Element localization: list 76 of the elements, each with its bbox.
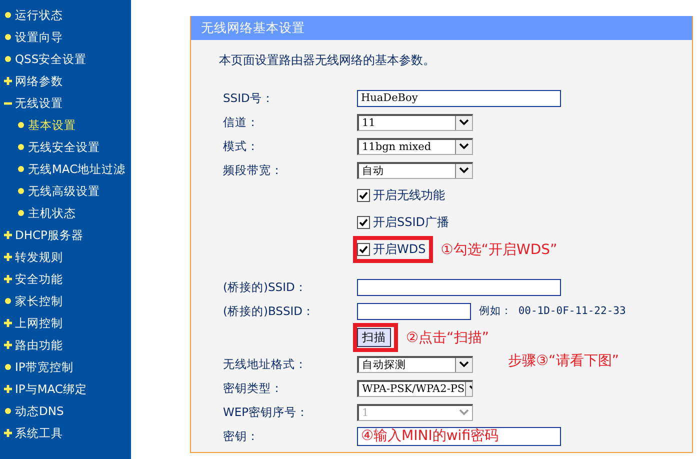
sidebar-item[interactable]: 网络参数 — [0, 70, 131, 92]
dropdown[interactable]: 11 — [357, 114, 473, 130]
field-label: SSID号： — [223, 90, 275, 106]
sidebar-item[interactable]: 无线安全设置 — [0, 136, 131, 158]
bullet-icon — [5, 408, 11, 414]
sidebar-item[interactable]: 无线高级设置 — [0, 180, 131, 202]
sidebar-item[interactable]: 动态DNS — [0, 400, 131, 422]
text-field[interactable] — [357, 278, 561, 296]
field-label: 密钥： — [223, 428, 260, 444]
sidebar-item[interactable]: 路由功能 — [0, 334, 131, 356]
sidebar-item[interactable]: QSS安全设置 — [0, 48, 131, 70]
sidebar-item[interactable]: 主机状态 — [0, 202, 131, 224]
sidebar-item[interactable]: 转发规则 — [0, 246, 131, 268]
check-icon — [359, 218, 368, 227]
bullet-icon — [18, 188, 24, 194]
field-label: (桥接的)BSSID： — [223, 304, 316, 318]
scan-button[interactable]: 扫描 — [357, 328, 391, 347]
field-label: 频段带宽： — [223, 162, 284, 178]
text-field[interactable] — [357, 302, 471, 320]
checkbox[interactable]: 开启无线功能 — [357, 187, 445, 204]
annotation-text: 步骤③“请看下图” — [508, 352, 620, 370]
description-text: 本页面设置路由器无线网络的基本参数。 — [219, 53, 435, 67]
chevron-icon — [455, 116, 472, 130]
check-icon — [359, 245, 368, 254]
annotation-text: ①勾选“开启WDS” — [440, 240, 558, 258]
field-label: 模式： — [223, 138, 260, 154]
field-label: WEP密钥序号： — [223, 404, 310, 420]
plus-icon — [4, 319, 12, 327]
field-label: 无线地址格式： — [223, 356, 308, 372]
plus-icon — [4, 385, 12, 393]
plus-icon — [4, 429, 12, 437]
dropdown[interactable]: 自动 — [357, 162, 473, 178]
checkbox[interactable]: 开启SSID广播 — [357, 214, 450, 231]
chevron-icon — [455, 358, 472, 372]
sidebar-item[interactable]: IP与MAC绑定 — [0, 378, 131, 400]
bullet-icon — [18, 122, 24, 128]
field-label: (桥接的)SSID： — [223, 280, 308, 294]
bullet-icon — [5, 364, 11, 370]
sidebar-item[interactable]: 无线设置 — [0, 92, 131, 114]
chevron-icon — [455, 140, 472, 154]
field-label: 信道： — [223, 114, 260, 130]
sidebar-item[interactable]: 设置向导 — [0, 26, 131, 48]
bullet-icon — [5, 34, 11, 40]
dropdown[interactable]: WPA-PSK/WPA2-PS — [357, 380, 473, 396]
sidebar-item[interactable]: 无线MAC地址过滤 — [0, 158, 131, 180]
sidebar-item[interactable]: DHCP服务器 — [0, 224, 131, 246]
bullet-icon — [5, 298, 11, 304]
sidebar-item[interactable]: 基本设置 — [0, 114, 131, 136]
hint-text: 例如： 00-1D-0F-11-22-33 — [479, 304, 626, 318]
minus-icon — [4, 102, 12, 104]
sidebar-item[interactable]: 安全功能 — [0, 268, 131, 290]
sidebar-item[interactable]: IP带宽控制 — [0, 356, 131, 378]
sidebar-item[interactable]: 系统工具 — [0, 422, 131, 444]
plus-icon — [4, 231, 12, 239]
field-label: 密钥类型： — [223, 380, 284, 396]
check-icon — [359, 191, 368, 200]
bullet-icon — [18, 166, 24, 172]
dropdown[interactable]: 11bgn mixed — [357, 138, 473, 154]
text-field[interactable]: ④输入MINI的wifi密码 — [357, 426, 561, 446]
plus-icon — [4, 275, 12, 283]
bullet-icon — [18, 210, 24, 216]
sidebar-item[interactable]: 上网控制 — [0, 312, 131, 334]
sidebar-item[interactable]: 家长控制 — [0, 290, 131, 312]
bullet-icon — [5, 12, 11, 18]
annotation-text: ②点击“扫描” — [406, 328, 490, 346]
checkbox[interactable]: 开启WDS — [357, 241, 426, 258]
plus-icon — [4, 253, 12, 261]
text-field[interactable]: HuaDeBoy — [357, 90, 561, 106]
sidebar-item[interactable]: 运行状态 — [0, 4, 131, 26]
bullet-icon — [18, 144, 24, 150]
chevron-icon — [455, 164, 472, 178]
plus-icon — [4, 341, 12, 349]
panel-title: 无线网络基本设置 — [191, 16, 692, 40]
dropdown[interactable]: 自动探测 — [357, 356, 473, 372]
plus-icon — [4, 77, 12, 85]
bullet-icon — [5, 56, 11, 62]
